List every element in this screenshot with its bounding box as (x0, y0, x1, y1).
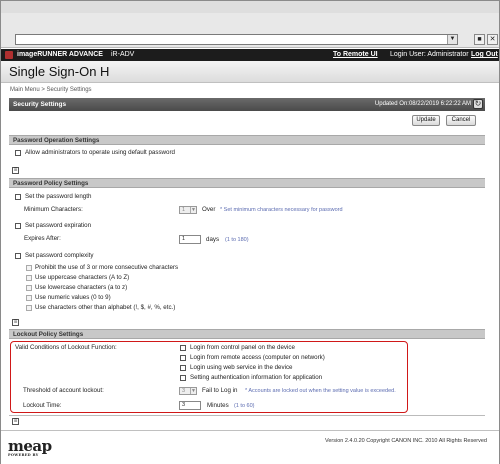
days-range: (1 to 180) (225, 237, 249, 243)
window-close-button[interactable]: ✕ (487, 34, 498, 45)
updated-timestamp: Updated On:08/22/2019 6:22:22 AM (374, 101, 471, 107)
lockout-condition-checkbox[interactable] (180, 355, 186, 361)
lockout-condition-checkbox[interactable] (180, 345, 186, 351)
title-bar (1, 1, 499, 13)
lockout-condition-label: Login from remote access (computer on ne… (190, 354, 325, 361)
address-dropdown-icon[interactable]: ▼ (447, 35, 457, 44)
complexity-option-label: Use uppercase characters (A to Z) (35, 274, 130, 281)
cancel-button[interactable]: Cancel (446, 115, 476, 126)
complexity-option-label: Prohibit the use of 3 or more consecutiv… (35, 264, 179, 271)
set-expiration-label: Set password expiration (25, 222, 92, 229)
page-title-bar: Security Settings Updated On:08/22/2019 … (9, 98, 485, 111)
logout-link[interactable]: Log Out (471, 51, 498, 58)
meap-logo: meap POWERED BY (8, 437, 52, 457)
remote-ui-link[interactable]: To Remote UI (333, 51, 378, 58)
chevron-down-icon: ▼ (190, 207, 196, 213)
collapse-toggle-icon[interactable]: ≡ (12, 167, 19, 174)
threshold-note: * Accounts are locked out when the setti… (245, 388, 396, 394)
password-operation-header: Password Operation Settings (9, 135, 485, 145)
complexity-option-checkbox[interactable] (26, 275, 32, 281)
brand-name: imageRUNNER ADVANCE (17, 51, 103, 58)
section-title: Password Operation Settings (13, 137, 100, 144)
footer: meap POWERED BY Version 2.4.0.20 Copyrig… (1, 430, 499, 464)
divider (9, 415, 485, 416)
app-title-bar: Single Sign-On H (1, 61, 499, 83)
breadcrumb[interactable]: Main Menu > Security Settings (10, 87, 92, 93)
collapse-toggle-icon[interactable]: ≡ (12, 418, 19, 425)
set-complexity-checkbox[interactable] (15, 253, 21, 259)
complexity-option-label: Use characters other than alphabet (!, $… (35, 304, 176, 311)
threshold-label: Threshold of account lockout: (23, 387, 104, 394)
browser-chrome: ▼ ■ ✕ (1, 1, 499, 48)
lockout-policy-header: Lockout Policy Settings (9, 329, 485, 339)
top-header: imageRUNNER ADVANCE iR-ADV To Remote UI … (1, 49, 499, 61)
device-model: iR-ADV (111, 51, 135, 58)
min-chars-label: Minimum Characters: (24, 206, 83, 213)
collapse-toggle-icon[interactable]: ≡ (12, 319, 19, 326)
browser-window: ▼ ■ ✕ imageRUNNER ADVANCE iR-ADV To Remo… (0, 0, 500, 464)
app-title: Single Sign-On H (9, 64, 110, 79)
expires-input[interactable]: 1 (179, 235, 201, 244)
section-title: Password Policy Settings (13, 180, 89, 187)
canon-logo-icon (5, 51, 13, 59)
min-chars-note: * Set minimum characters necessary for p… (220, 207, 343, 213)
lockout-time-input[interactable]: 3 (179, 401, 201, 410)
min-chars-select[interactable]: 1 ▼ (179, 206, 197, 214)
set-length-checkbox[interactable] (15, 194, 21, 200)
page-title: Security Settings (13, 101, 67, 108)
set-expiration-checkbox[interactable] (15, 223, 21, 229)
update-button[interactable]: Update (412, 115, 440, 126)
set-length-label: Set the password length (25, 193, 92, 200)
chevron-down-icon: ▼ (190, 388, 196, 394)
complexity-option-label: Use numeric values (0 to 9) (35, 294, 111, 301)
expires-label: Expires After: (24, 235, 61, 242)
lockout-condition-label: Setting authentication information for a… (190, 374, 323, 381)
complexity-option-checkbox[interactable] (26, 265, 32, 271)
complexity-option-checkbox[interactable] (26, 285, 32, 291)
password-policy-header: Password Policy Settings (9, 178, 485, 188)
login-user: Login User: Administrator (390, 51, 469, 58)
threshold-select[interactable]: 3 ▼ (179, 387, 197, 395)
minutes-range: (1 to 60) (234, 403, 255, 409)
complexity-option-label: Use lowercase characters (a to z) (35, 284, 128, 291)
address-bar[interactable]: ▼ (15, 34, 458, 45)
refresh-icon[interactable]: ↻ (473, 99, 483, 109)
lockout-condition-label: Login using web service in the device (190, 364, 293, 371)
minutes-label: Minutes (207, 402, 229, 409)
lockout-condition-label: Login from control panel on the device (190, 344, 295, 351)
lockout-time-label: Lockout Time: (23, 402, 62, 409)
days-label: days (206, 236, 220, 243)
section-title: Lockout Policy Settings (13, 331, 84, 338)
lockout-condition-checkbox[interactable] (180, 365, 186, 371)
allow-default-password-checkbox[interactable] (15, 150, 21, 156)
window-restore-button[interactable]: ■ (474, 34, 485, 45)
complexity-option-checkbox[interactable] (26, 305, 32, 311)
allow-default-password-label: Allow administrators to operate using de… (25, 149, 175, 156)
complexity-option-checkbox[interactable] (26, 295, 32, 301)
copyright: Version 2.4.0.20 Copyright CANON INC. 20… (324, 438, 487, 444)
lockout-condition-checkbox[interactable] (180, 375, 186, 381)
fail-label: Fail to Log in (202, 387, 238, 394)
valid-conditions-label: Valid Conditions of Lockout Function: (15, 344, 117, 351)
set-complexity-label: Set password complexity (25, 252, 94, 259)
over-label: Over (202, 206, 216, 213)
